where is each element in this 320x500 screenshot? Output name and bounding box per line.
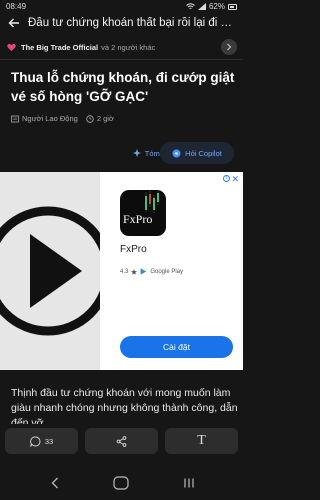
system-nav-bar [0,466,243,500]
nav-recents-icon [184,478,194,488]
text-size-icon: T [197,433,206,448]
ask-copilot-button[interactable]: Hỏi Copilot [160,142,234,164]
clock: 08:49 [6,2,27,11]
battery-percent: 62% [208,2,225,11]
app-bar: Đầu tư chứng khoán thất bại rồi lại đi c… [0,12,243,34]
nav-home-icon [113,476,129,490]
nav-back-button[interactable] [40,475,70,491]
wifi-icon [186,3,195,9]
bottom-toolbar: 33 T [0,424,243,460]
comments-button[interactable]: 33 [5,428,78,454]
publisher-name: Người Lao Động [22,114,78,123]
comments-count: 33 [44,436,54,446]
time-ago: 2 giờ [96,114,114,123]
ad-app-name[interactable]: FxPro [120,244,147,255]
action-row: Tóm tắt Hỏi Copilot [0,142,243,164]
star-icon [131,268,138,275]
newspaper-icon [11,115,19,122]
text-size-button[interactable]: T [165,428,238,454]
back-button[interactable] [0,12,28,34]
article-meta: Người Lao Động 2 giờ [11,114,114,123]
sparkle-icon [132,149,141,157]
chevron-right-icon [227,43,232,51]
back-arrow-icon [8,18,19,28]
source-others[interactable]: và 2 người khác [101,43,155,52]
divider [0,59,243,60]
clock-icon [86,114,94,123]
advertisement[interactable]: i ✕ FxPro FxPro 4.3 Google Play Cài đặt [0,172,243,370]
google-play-icon [141,268,147,275]
more-options-button[interactable] [221,39,237,55]
nav-back-icon [51,477,58,489]
store-label: Google Play [150,268,184,275]
ad-info-icon[interactable]: i [223,175,230,182]
play-icon [0,206,100,336]
copilot-label: Hỏi Copilot [185,148,222,158]
ad-video[interactable] [0,172,100,370]
rating-value: 4.3 [120,268,129,275]
source-row[interactable]: The Big Trade Official và 2 người khác [0,36,243,58]
ad-rating: 4.3 Google Play [120,268,183,275]
install-button[interactable]: Cài đặt [120,336,233,358]
share-button[interactable] [85,428,158,454]
source-name[interactable]: The Big Trade Official [21,43,98,52]
app-logo-text: FxPro [123,212,153,226]
status-icons: 62% [186,2,237,11]
signal-icon [197,3,206,10]
copilot-icon [172,149,181,157]
heart-icon [7,43,16,51]
page-title: Đầu tư chứng khoán thất bại rồi lại đi c… [28,17,233,29]
app-logo: FxPro [120,190,166,236]
nav-recents-button[interactable] [174,475,204,491]
article-headline: Thua lỗ chứng khoán, đi cướp giật vé số … [11,70,235,104]
ad-close-icon[interactable]: ✕ [231,174,239,185]
share-icon [116,435,127,447]
battery-icon [228,3,237,10]
nav-home-button[interactable] [106,475,136,491]
comment-icon [29,436,41,447]
